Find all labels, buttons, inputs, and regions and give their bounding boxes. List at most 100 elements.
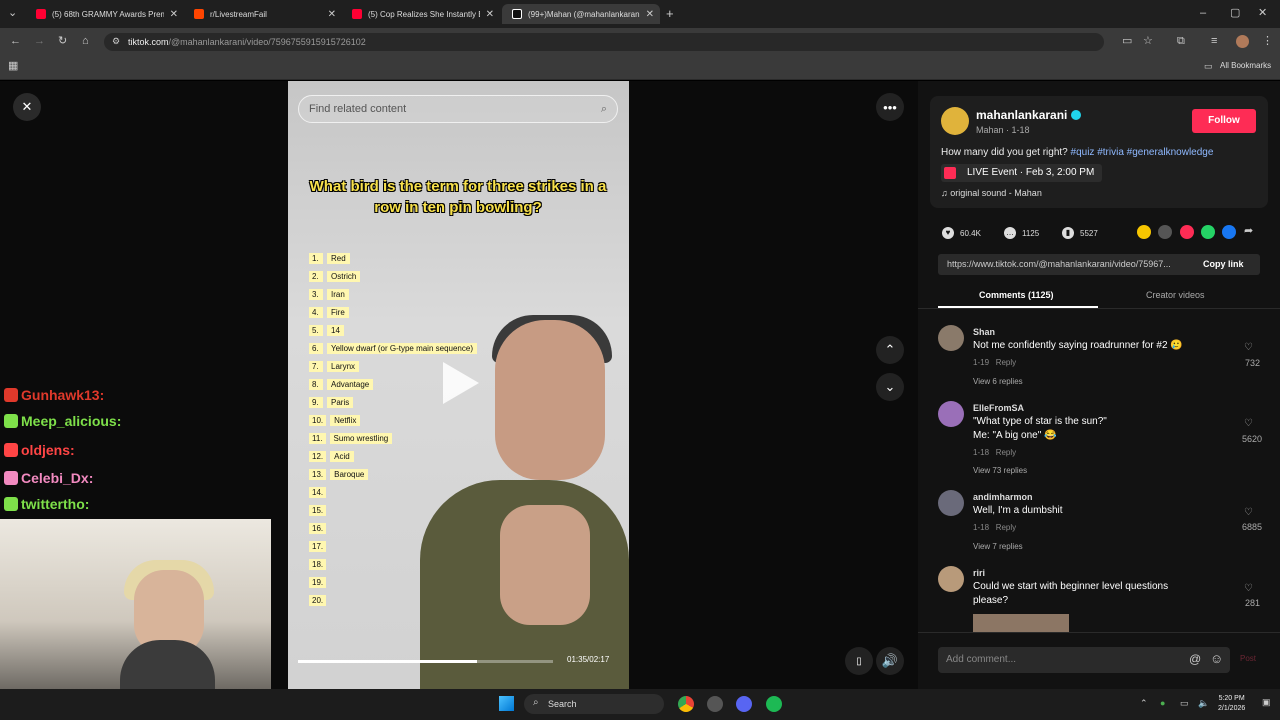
facebook-icon[interactable] <box>1222 225 1236 239</box>
chat-message: Meep_alicious: <box>4 413 121 429</box>
back-icon[interactable]: ← <box>10 36 21 47</box>
play-icon[interactable] <box>443 362 479 404</box>
site-info-icon[interactable]: ⚙ <box>112 37 120 46</box>
reply-button[interactable]: Reply <box>996 523 1016 532</box>
view-replies-button[interactable]: View 73 replies <box>973 466 1027 475</box>
close-tab-icon[interactable]: ✕ <box>328 9 336 20</box>
emoji-icon[interactable]: ☺ <box>1210 652 1223 665</box>
star-icon[interactable]: ☆ <box>1143 36 1153 47</box>
hashtag-link[interactable]: #quiz <box>1071 147 1095 158</box>
search-icon[interactable]: ⌕ <box>601 96 607 122</box>
hashtag-link[interactable]: #generalknowledge <box>1127 147 1214 158</box>
tab-list-icon[interactable]: ⌄ <box>8 8 17 19</box>
share-coin-icon[interactable] <box>1137 225 1151 239</box>
reply-button[interactable]: Reply <box>996 358 1016 367</box>
chrome-icon[interactable] <box>678 696 694 712</box>
comment-like-icon[interactable]: ♡ <box>1244 507 1253 518</box>
view-replies-button[interactable]: View 6 replies <box>973 377 1023 386</box>
all-bookmarks-link[interactable]: All Bookmarks <box>1220 62 1271 70</box>
reply-button[interactable]: Reply <box>996 448 1016 457</box>
embed-icon[interactable] <box>1158 225 1172 239</box>
video-progress-bar[interactable] <box>298 660 553 663</box>
reload-icon[interactable]: ↻ <box>58 36 67 47</box>
creator-avatar[interactable] <box>941 107 969 135</box>
comment-avatar[interactable] <box>938 401 964 427</box>
maximize-icon[interactable]: ▢ <box>1230 8 1240 19</box>
chat-badge-icon <box>4 443 18 457</box>
cast-icon[interactable]: ▭ <box>1122 36 1132 47</box>
media-icon[interactable]: ≡ <box>1211 36 1217 47</box>
related-search-input[interactable]: Find related content ⌕ <box>298 95 618 123</box>
like-button[interactable]: ♥ 60.4K <box>942 227 981 239</box>
comment-author[interactable]: Shan <box>973 327 995 337</box>
answer-row: 7. Larynx <box>309 360 360 373</box>
comment-avatar[interactable] <box>938 325 964 351</box>
chat-message: Gunhawk13: <box>4 387 104 403</box>
close-tab-icon[interactable]: ✕ <box>646 9 654 20</box>
notification-icon[interactable]: ▣ <box>1262 698 1271 707</box>
speaker-icon[interactable]: 🔈 <box>1198 699 1209 708</box>
follow-button[interactable]: Follow <box>1192 109 1256 133</box>
comment-avatar[interactable] <box>938 566 964 592</box>
comment-avatar[interactable] <box>938 490 964 516</box>
tab-grammy[interactable]: (5) 68th GRAMMY Awards Prem ✕ <box>26 4 184 24</box>
mention-icon[interactable]: @ <box>1189 653 1201 665</box>
tab-cop-video[interactable]: (5) Cop Realizes She Instantly E ✕ <box>342 4 500 24</box>
spotify-icon[interactable] <box>766 696 782 712</box>
comment-image-thumbnail[interactable] <box>973 614 1069 632</box>
close-video-button[interactable]: ✕ <box>13 93 41 121</box>
miniplayer-button[interactable]: ▯ <box>845 647 873 675</box>
apps-grid-icon[interactable]: ▦ <box>8 61 18 72</box>
start-icon[interactable] <box>499 696 514 711</box>
tab-comments[interactable]: Comments (1125) <box>979 290 1054 300</box>
url-input[interactable]: tiktok.com/@mahanlankarani/video/7596755… <box>104 33 1104 51</box>
extensions-icon[interactable]: ⧉ <box>1177 36 1185 47</box>
volume-button[interactable]: 🔊 <box>876 647 904 675</box>
previous-video-button[interactable]: ⌃ <box>876 336 904 364</box>
forward-icon[interactable]: → <box>34 36 45 47</box>
comment-button[interactable]: … 1125 <box>1004 227 1039 239</box>
view-replies-button[interactable]: View 7 replies <box>973 542 1023 551</box>
close-tab-icon[interactable]: ✕ <box>486 9 494 20</box>
creator-username[interactable]: mahanlankarani <box>976 108 1067 122</box>
whatsapp-icon[interactable] <box>1201 225 1215 239</box>
more-options-button[interactable]: ••• <box>876 93 904 121</box>
close-tab-icon[interactable]: ✕ <box>170 9 178 20</box>
comment-like-count: 281 <box>1244 598 1260 608</box>
profile-avatar-icon[interactable] <box>1236 35 1249 48</box>
tab-livestreamfail[interactable]: r/LivestreamFail ✕ <box>184 4 342 24</box>
comment-like-icon[interactable]: ♡ <box>1244 342 1253 353</box>
send-icon[interactable] <box>1180 225 1194 239</box>
mic-icon[interactable]: ● <box>1160 699 1165 708</box>
tab-creator-videos[interactable]: Creator videos <box>1146 290 1205 300</box>
comment-like-icon[interactable]: ♡ <box>1244 583 1253 594</box>
menu-icon[interactable]: ⋮ <box>1262 36 1273 47</box>
share-arrow-icon[interactable]: ➦ <box>1244 226 1253 237</box>
tray-overflow-icon[interactable]: ⌃ <box>1140 699 1148 708</box>
home-icon[interactable]: ⌂ <box>82 36 89 47</box>
app-icon[interactable] <box>707 696 723 712</box>
save-button[interactable]: ▮ 5527 <box>1062 227 1098 239</box>
network-icon[interactable]: ▭ <box>1180 699 1189 708</box>
hashtag-link[interactable]: #trivia <box>1097 147 1124 158</box>
answer-number: 14. <box>309 487 327 498</box>
close-window-icon[interactable]: ✕ <box>1258 8 1267 19</box>
taskbar-search[interactable]: Search <box>524 694 664 714</box>
comment-author[interactable]: andimharmon <box>973 492 1033 502</box>
comment-like-icon[interactable]: ♡ <box>1244 418 1253 429</box>
live-event-badge[interactable]: LIVE Event · Feb 3, 2:00 PM <box>941 164 1103 182</box>
chat-badge-icon <box>4 414 18 428</box>
minimize-icon[interactable]: – <box>1200 8 1206 19</box>
next-video-button[interactable]: ⌄ <box>876 373 904 401</box>
answer-text: Ostrich <box>327 271 361 282</box>
comment-author[interactable]: ElleFromSA <box>973 403 1024 413</box>
sound-link[interactable]: ♫ original sound - Mahan <box>941 188 1042 198</box>
system-clock[interactable]: 5:20 PM 2/1/2026 <box>1218 694 1245 714</box>
comment-input[interactable]: Add comment... <box>938 647 1230 673</box>
discord-icon[interactable] <box>736 696 752 712</box>
tab-tiktok[interactable]: (99+)Mahan (@mahanlankarani ✕ <box>502 4 660 24</box>
post-comment-button[interactable]: Post <box>1240 654 1256 663</box>
new-tab-button[interactable]: + <box>666 7 674 20</box>
copy-link-button[interactable]: Copy link <box>1203 254 1244 275</box>
comment-author[interactable]: riri <box>973 568 985 578</box>
